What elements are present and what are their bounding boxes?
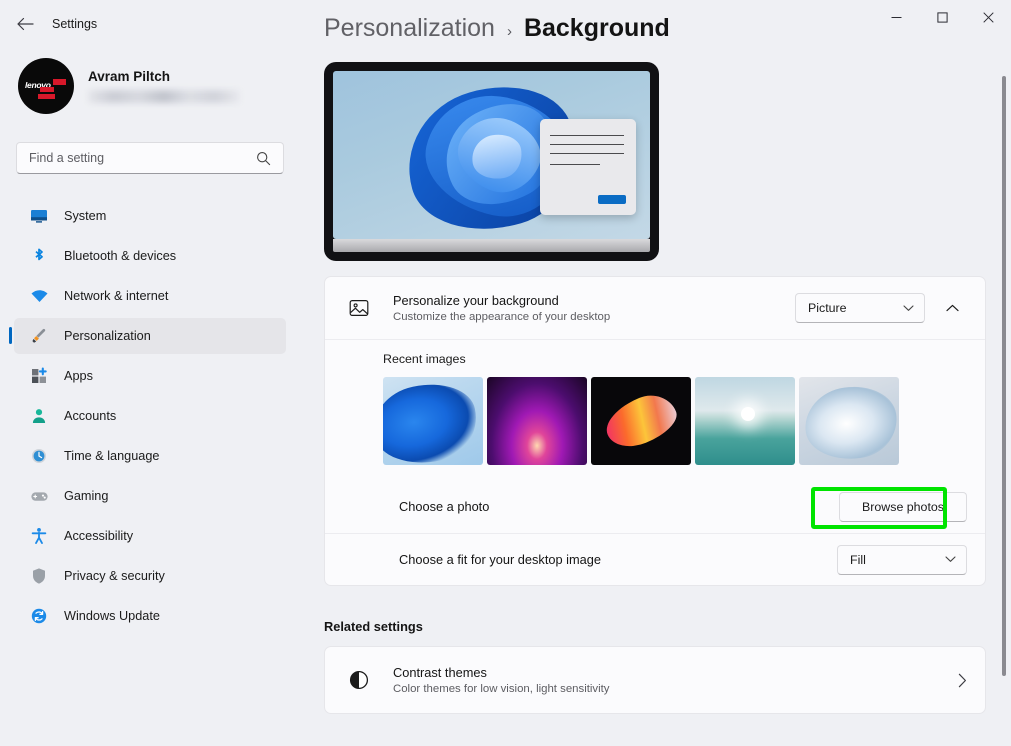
sidebar-item-personalization[interactable]: Personalization [9,318,286,354]
sidebar-item-time-language[interactable]: Time & language [14,438,286,474]
sidebar-item-network-internet[interactable]: Network & internet [14,278,286,314]
row-subtitle: Color themes for low vision, light sensi… [393,683,610,695]
preview-screen [333,71,650,239]
thumb-colorful-abstract[interactable] [591,377,691,465]
sidebar-item-windows-update[interactable]: Windows Update [14,598,286,634]
breadcrumb-separator: › [506,23,512,40]
thumb-purple-glow[interactable] [487,377,587,465]
sidebar-item-label: Personalization [64,329,151,343]
accessibility-icon [28,525,50,547]
sidebar-item-accounts[interactable]: Accounts [14,398,286,434]
related-settings-heading: Related settings [324,619,423,634]
thumb-white-bloom[interactable] [799,377,899,465]
app-title: Settings [52,17,98,31]
bluetooth-icon [28,245,50,267]
profile-text: Avram Piltch [88,69,240,103]
sidebar-item-privacy-security[interactable]: Privacy & security [14,558,286,594]
scrollbar-thumb[interactable] [1002,76,1006,676]
sidebar-item-label: Accounts [64,409,117,423]
clock-icon [28,445,50,467]
preview-dialog-button [598,195,626,204]
recent-images-block: Recent images [325,339,985,481]
sidebar-item-apps[interactable]: Apps [14,358,286,394]
sidebar: lenovo Avram Piltch Find a setting Syste… [0,46,300,746]
search-box[interactable] [16,142,284,174]
personalize-background-row[interactable]: Personalize your background Customize th… [325,277,985,339]
paintbrush-icon [28,325,50,347]
avatar-brand-mark-2 [40,87,54,92]
sidebar-item-bluetooth-devices[interactable]: Bluetooth & devices [14,238,286,274]
choose-photo-row: Choose a photo Browse photos [325,481,985,533]
monitor-icon [28,205,50,227]
sidebar-item-label: Windows Update [64,609,160,623]
recent-images-label: Recent images [383,352,466,366]
thumb-blue-bloom[interactable] [383,377,483,465]
contrast-circle-icon [341,662,377,698]
apps-grid-icon [28,365,50,387]
search-icon [256,151,283,166]
user-profile[interactable]: lenovo Avram Piltch [18,58,240,114]
row-title: Personalize your background [393,293,559,308]
sidebar-item-label: Privacy & security [64,569,165,583]
background-type-value: Picture [808,301,847,315]
chevron-down-icon [945,556,956,562]
breadcrumb: Personalization › Background [324,14,670,43]
shield-icon [28,565,50,587]
back-arrow-icon [16,17,34,31]
gamepad-icon [28,485,50,507]
content-area: Personalization › Background Personalize… [300,0,1011,746]
chevron-right-icon [958,673,967,688]
search-input[interactable] [17,151,256,165]
sidebar-nav: System Bluetooth & devices Network & int… [9,198,286,638]
row-title: Choose a photo [399,499,490,514]
sidebar-item-label: Apps [64,369,93,383]
choose-fit-text: Choose a fit for your desktop image [341,551,837,569]
monitor-base [333,239,650,252]
contrast-themes-text: Contrast themes Color themes for low vis… [393,665,958,695]
sidebar-item-label: Network & internet [64,289,169,303]
personalize-background-text: Personalize your background Customize th… [393,293,795,323]
breadcrumb-parent[interactable]: Personalization [324,14,495,43]
related-settings-card: Contrast themes Color themes for low vis… [324,646,986,714]
recent-images-list [383,377,969,465]
wifi-icon [28,285,50,307]
avatar-brand-mark-1 [53,79,66,85]
browse-photos-button[interactable]: Browse photos [839,492,967,522]
choose-fit-row: Choose a fit for your desktop image Fill [325,533,985,585]
choose-photo-text: Choose a photo [341,498,839,516]
sidebar-item-label: Time & language [64,449,160,463]
collapse-section-button[interactable] [937,293,967,323]
sidebar-item-system[interactable]: System [14,198,286,234]
sidebar-item-label: System [64,209,107,223]
desktop-fit-dropdown[interactable]: Fill [837,544,967,575]
chevron-up-icon [945,304,959,312]
sidebar-item-accessibility[interactable]: Accessibility [14,518,286,554]
profile-name: Avram Piltch [88,69,171,84]
avatar-brand-mark-3 [38,94,55,99]
background-settings-card: Personalize your background Customize th… [324,276,986,586]
desktop-fit-value: Fill [850,552,866,567]
page-title: Background [523,14,670,42]
picture-icon [341,290,377,326]
chevron-down-icon [903,304,914,311]
background-type-dropdown[interactable]: Picture [795,293,925,323]
desktop-background-preview [324,62,659,261]
sidebar-item-label: Accessibility [64,529,134,543]
sidebar-item-label: Bluetooth & devices [64,249,177,263]
sidebar-item-gaming[interactable]: Gaming [14,478,286,514]
contrast-themes-row[interactable]: Contrast themes Color themes for low vis… [325,647,985,713]
row-title: Contrast themes [393,665,487,680]
row-subtitle: Customize the appearance of your desktop [393,311,611,323]
row-title: Choose a fit for your desktop image [399,551,602,567]
person-icon [28,405,50,427]
settings-window: Settings lenovo Avram Piltch Find a sett… [0,0,1011,746]
profile-email-redacted [88,90,240,103]
thumb-sunset-water[interactable] [695,377,795,465]
avatar: lenovo [18,58,74,114]
back-button[interactable] [12,12,38,36]
sidebar-item-label: Gaming [64,489,109,503]
vertical-scrollbar[interactable] [1001,56,1007,728]
update-refresh-icon [28,605,50,627]
preview-dialog-window [540,119,636,215]
